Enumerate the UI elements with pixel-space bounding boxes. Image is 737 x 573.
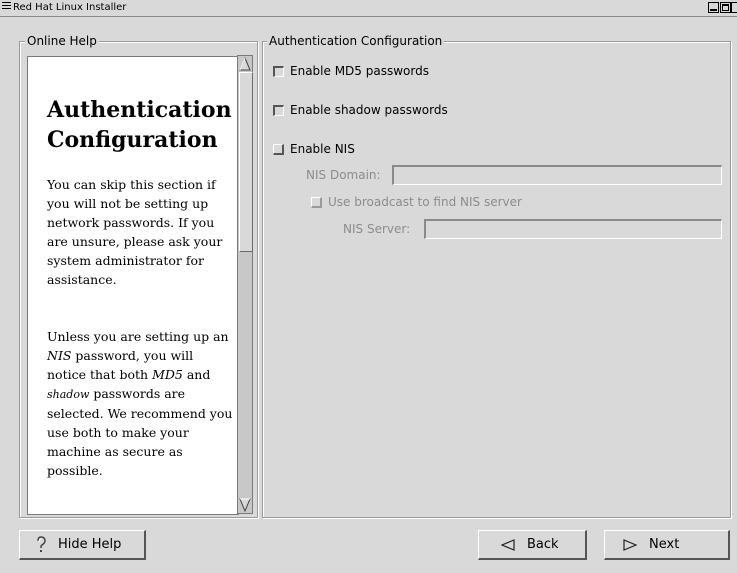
- help-heading: Authentication Configuration: [47, 97, 232, 153]
- help-text-view[interactable]: Authentication Configuration You can ski…: [27, 56, 239, 515]
- online-help-label: Online Help: [25, 34, 99, 48]
- md5-label: Enable MD5 passwords: [290, 64, 429, 78]
- back-button[interactable]: Back: [478, 530, 587, 560]
- md5-checkbox[interactable]: Enable MD5 passwords: [273, 64, 429, 78]
- broadcast-label: Use broadcast to find NIS server: [328, 195, 522, 209]
- title-bar: Red Hat Linux Installer: [0, 0, 737, 17]
- back-arrow-icon: [501, 538, 515, 551]
- help-paragraph: Unless you are setting up an NIS passwor…: [47, 329, 233, 478]
- help-scrollbar[interactable]: [237, 55, 253, 514]
- maximize-icon[interactable]: [720, 2, 731, 13]
- help-paragraph: You can skip this section if you will no…: [47, 177, 223, 287]
- nis-checkbox[interactable]: Enable NIS: [273, 142, 355, 156]
- nis-server-field[interactable]: [424, 219, 722, 239]
- next-button[interactable]: Next: [604, 530, 730, 560]
- window-title: Red Hat Linux Installer: [13, 2, 127, 13]
- checkbox-indicator[interactable]: [311, 196, 322, 208]
- scroll-thumb[interactable]: [239, 72, 253, 252]
- minimize-icon[interactable]: [708, 2, 719, 13]
- shadow-label: Enable shadow passwords: [290, 103, 448, 117]
- next-label: Next: [649, 537, 680, 552]
- next-arrow-icon: [623, 538, 637, 551]
- shadow-checkbox[interactable]: Enable shadow passwords: [273, 103, 448, 117]
- window-menu-icon[interactable]: [2, 2, 11, 12]
- hide-help-label: Hide Help: [58, 537, 122, 552]
- nis-label: Enable NIS: [290, 142, 355, 156]
- close-icon[interactable]: [731, 2, 737, 13]
- nis-domain-label: NIS Domain:: [306, 168, 381, 182]
- hide-help-button[interactable]: Hide Help: [19, 530, 146, 560]
- checkbox-indicator[interactable]: [273, 104, 284, 116]
- checkbox-indicator[interactable]: [273, 143, 284, 155]
- nis-domain-field[interactable]: [392, 165, 722, 185]
- scroll-up-arrow-icon[interactable]: [239, 57, 251, 71]
- broadcast-checkbox[interactable]: Use broadcast to find NIS server: [311, 195, 522, 209]
- auth-config-label: Authentication Configuration: [267, 34, 445, 48]
- back-label: Back: [527, 537, 559, 552]
- scroll-down-arrow-icon[interactable]: [239, 498, 251, 512]
- checkbox-indicator[interactable]: [273, 65, 284, 77]
- help-question-icon: [37, 535, 46, 552]
- nis-server-label: NIS Server:: [343, 222, 411, 236]
